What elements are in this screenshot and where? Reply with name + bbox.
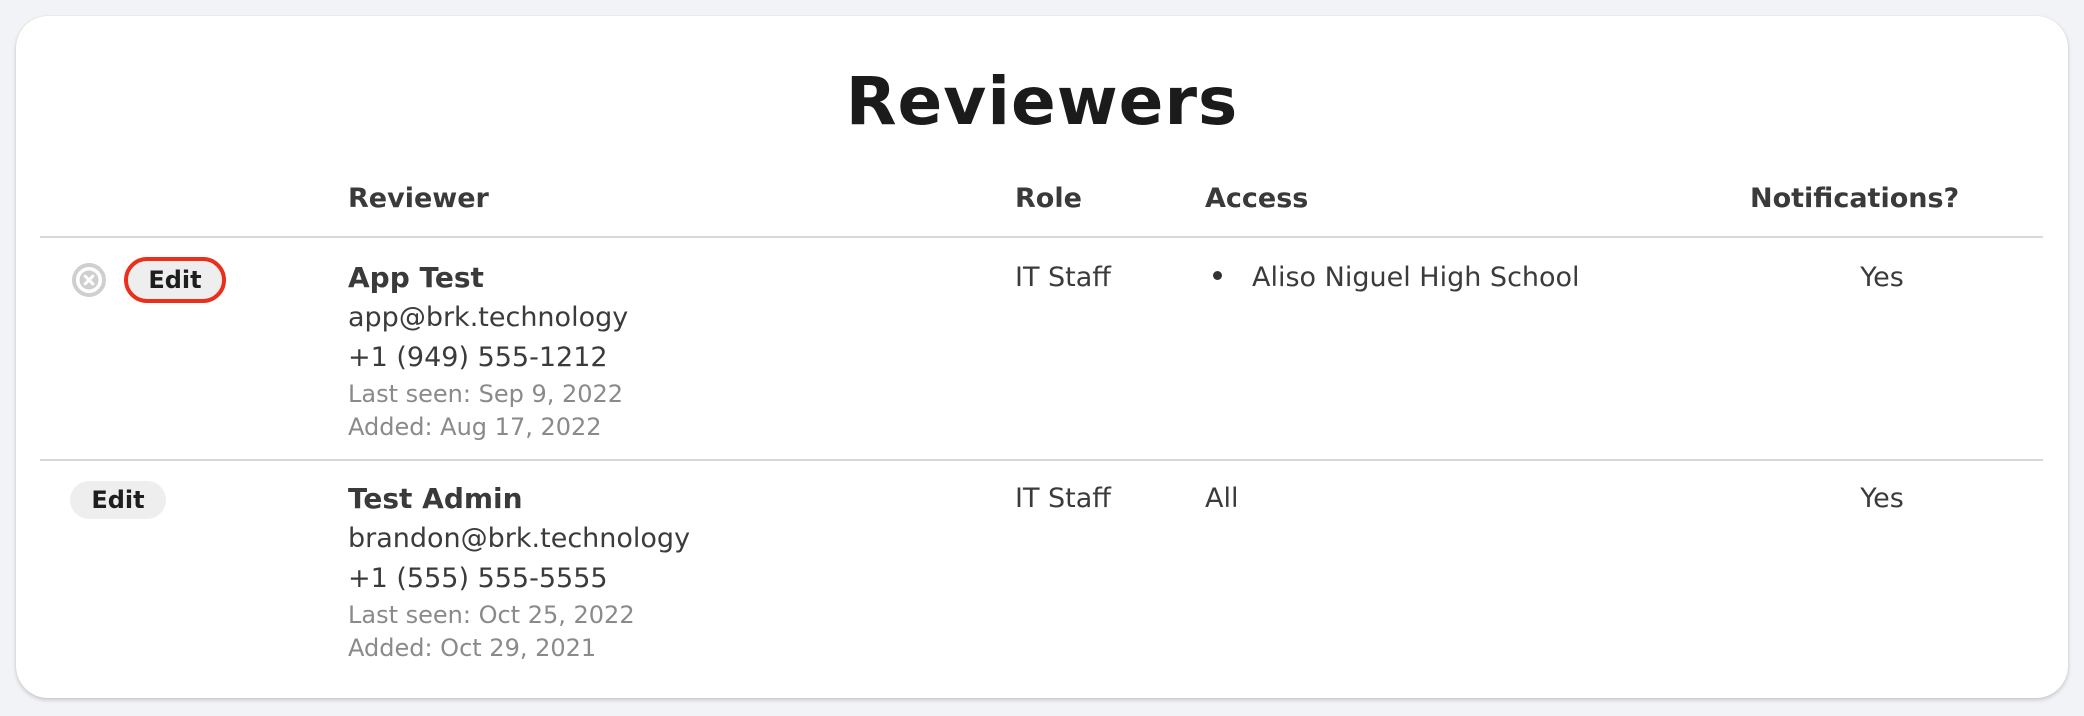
reviewer-name: Test Admin — [348, 482, 523, 515]
header-role: Role — [1015, 183, 1082, 214]
reviewer-name: App Test — [348, 261, 484, 294]
reviewer-email: brandon@brk.technology — [348, 523, 691, 554]
bullet-dot-icon — [1213, 271, 1222, 280]
reviewer-last-seen: Last seen: Oct 25, 2022 — [348, 601, 635, 629]
edit-button[interactable]: Edit — [124, 257, 226, 303]
access-list: Aliso Niguel High School — [1205, 258, 1580, 298]
reviewer-added: Added: Oct 29, 2021 — [348, 634, 597, 662]
edit-button[interactable]: Edit — [70, 481, 166, 519]
header-access: Access — [1205, 183, 1309, 214]
reviewer-added: Added: Aug 17, 2022 — [348, 413, 602, 441]
reviewer-info: App Test app@brk.technology +1 (949) 555… — [348, 258, 628, 444]
reviewer-notifications: Yes — [1860, 262, 1904, 293]
reviewer-info: Test Admin brandon@brk.technology +1 (55… — [348, 479, 690, 665]
reviewer-phone: +1 (555) 555-5555 — [348, 563, 608, 594]
row-divider — [40, 459, 2043, 461]
header-divider — [40, 236, 2043, 238]
reviewer-email: app@brk.technology — [348, 302, 629, 333]
reviewer-notifications: Yes — [1860, 483, 1904, 514]
access-list-item: Aliso Niguel High School — [1252, 262, 1580, 293]
header-notifications: Notifications? — [1750, 183, 1960, 214]
reviewer-access: All — [1205, 483, 1239, 514]
reviewer-role: IT Staff — [1015, 262, 1111, 293]
reviewer-phone: +1 (949) 555-1212 — [348, 342, 608, 373]
reviewer-last-seen: Last seen: Sep 9, 2022 — [348, 380, 624, 408]
remove-circle-x-icon[interactable] — [71, 262, 107, 298]
header-reviewer: Reviewer — [348, 183, 489, 214]
page-title: Reviewers — [845, 63, 1239, 140]
reviewer-role: IT Staff — [1015, 483, 1111, 514]
